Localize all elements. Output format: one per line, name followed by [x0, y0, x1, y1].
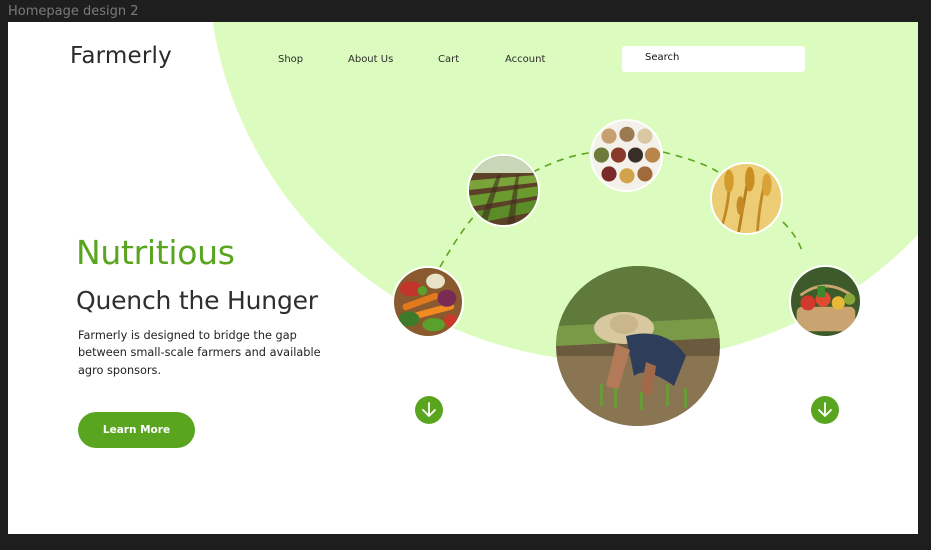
arrow-down-circle-icon [818, 402, 832, 417]
hero-headline: Nutritious [76, 233, 235, 272]
hero-description: Farmerly is designed to bridge the gap b… [78, 329, 321, 377]
hero-subheadline: Quench the Hunger [76, 286, 318, 315]
rice-farmer-photo [556, 266, 720, 426]
arrow-down-circle-icon [422, 402, 436, 417]
crop-field-photo [467, 154, 540, 227]
homepage-canvas: Farmerly Shop About Us Cart Account Sear… [8, 22, 918, 534]
nav-account[interactable]: Account [505, 54, 545, 65]
scroll-down-right-button[interactable] [811, 396, 839, 424]
vegetables-photo [392, 266, 464, 338]
produce-basket-photo [789, 265, 862, 338]
frame-label: Homepage design 2 [8, 4, 139, 19]
wheat-photo [710, 162, 783, 235]
grains-seeds-photo [590, 119, 663, 192]
search-input[interactable]: Search [622, 46, 805, 72]
learn-more-button[interactable]: Learn More [78, 412, 195, 448]
nav-shop[interactable]: Shop [278, 54, 303, 65]
nav-cart[interactable]: Cart [438, 54, 459, 65]
brand-logo[interactable]: Farmerly [70, 43, 172, 69]
nav-about-us[interactable]: About Us [348, 54, 393, 65]
scroll-down-left-button[interactable] [415, 396, 443, 424]
